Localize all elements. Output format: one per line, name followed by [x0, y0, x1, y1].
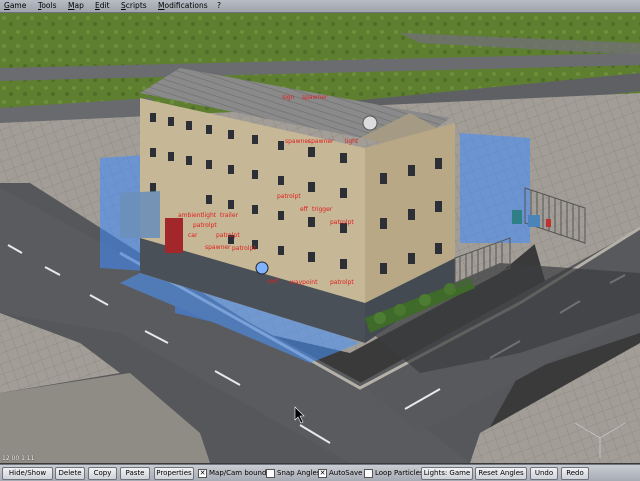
- svg-text:ambientlight: ambientlight: [178, 212, 217, 219]
- svg-text:sign: sign: [282, 94, 295, 101]
- svg-text:eff: eff: [300, 206, 309, 213]
- checkbox-icon: [364, 468, 373, 478]
- svg-text:exit: exit: [267, 278, 279, 285]
- svg-text:patrolpt: patrolpt: [277, 193, 301, 200]
- paste-button[interactable]: Paste: [120, 467, 150, 480]
- bottom-toolbar: Hide/Show Delete Copy Paste Properties ✕…: [0, 464, 640, 481]
- loop-particles-checkbox[interactable]: Loop Particles: [364, 468, 424, 479]
- svg-text:spawner: spawner: [308, 138, 334, 145]
- menu-bar: Game Tools Map Edit Scripts Modification…: [0, 0, 640, 13]
- menu-modifications[interactable]: Modifications: [158, 0, 208, 12]
- menu-edit[interactable]: Edit: [95, 0, 110, 12]
- hide-show-button[interactable]: Hide/Show: [2, 467, 53, 480]
- svg-text:trigger: trigger: [312, 206, 333, 213]
- snap-angles-label: Snap Angles: [277, 469, 321, 477]
- svg-text:waypoint: waypoint: [290, 279, 318, 286]
- checkbox-icon: ✕: [198, 468, 207, 478]
- menu-tools[interactable]: Tools: [38, 0, 56, 12]
- svg-text:patrolpt: patrolpt: [232, 245, 256, 252]
- reset-angles-button[interactable]: Reset Angles: [475, 467, 527, 480]
- redo-button[interactable]: Redo: [561, 467, 589, 480]
- copy-button[interactable]: Copy: [88, 467, 117, 480]
- svg-text:car: car: [188, 232, 198, 239]
- checkbox-icon: [266, 468, 275, 478]
- svg-text:trailer: trailer: [220, 212, 239, 219]
- annex-wall: [120, 191, 160, 238]
- menu-game[interactable]: Game: [4, 0, 26, 12]
- svg-text:spawner: spawner: [205, 244, 231, 251]
- lights-game-button[interactable]: Lights: Game: [421, 467, 473, 480]
- autosave-checkbox[interactable]: ✕ AutoSave: [318, 468, 362, 479]
- coordinate-readout: 12 00 1 11: [2, 455, 35, 462]
- properties-button[interactable]: Properties: [154, 467, 194, 480]
- snap-angles-checkbox[interactable]: Snap Angles: [266, 468, 320, 479]
- menu-help[interactable]: ?: [217, 0, 221, 12]
- map-cam-bounds-label: Map/Cam bounds: [209, 469, 271, 477]
- svg-text:patrolpt: patrolpt: [216, 232, 240, 239]
- map-cam-bounds-checkbox[interactable]: ✕ Map/Cam bounds: [198, 468, 270, 479]
- loop-particles-label: Loop Particles: [375, 469, 424, 477]
- menu-scripts[interactable]: Scripts: [121, 0, 147, 12]
- svg-text:patrolpt: patrolpt: [330, 219, 354, 226]
- autosave-label: AutoSave: [329, 469, 363, 477]
- svg-text:spawner: spawner: [302, 94, 328, 101]
- svg-text:light: light: [345, 138, 359, 145]
- menu-map[interactable]: Map: [68, 0, 84, 12]
- svg-text:patrolpt: patrolpt: [193, 222, 217, 229]
- 3d-viewport[interactable]: sign spawner spawner spawner light patro…: [0, 13, 640, 463]
- svg-text:patrolpt: patrolpt: [330, 279, 354, 286]
- delete-button[interactable]: Delete: [55, 467, 85, 480]
- checkbox-icon: ✕: [318, 468, 327, 478]
- undo-button[interactable]: Undo: [530, 467, 558, 480]
